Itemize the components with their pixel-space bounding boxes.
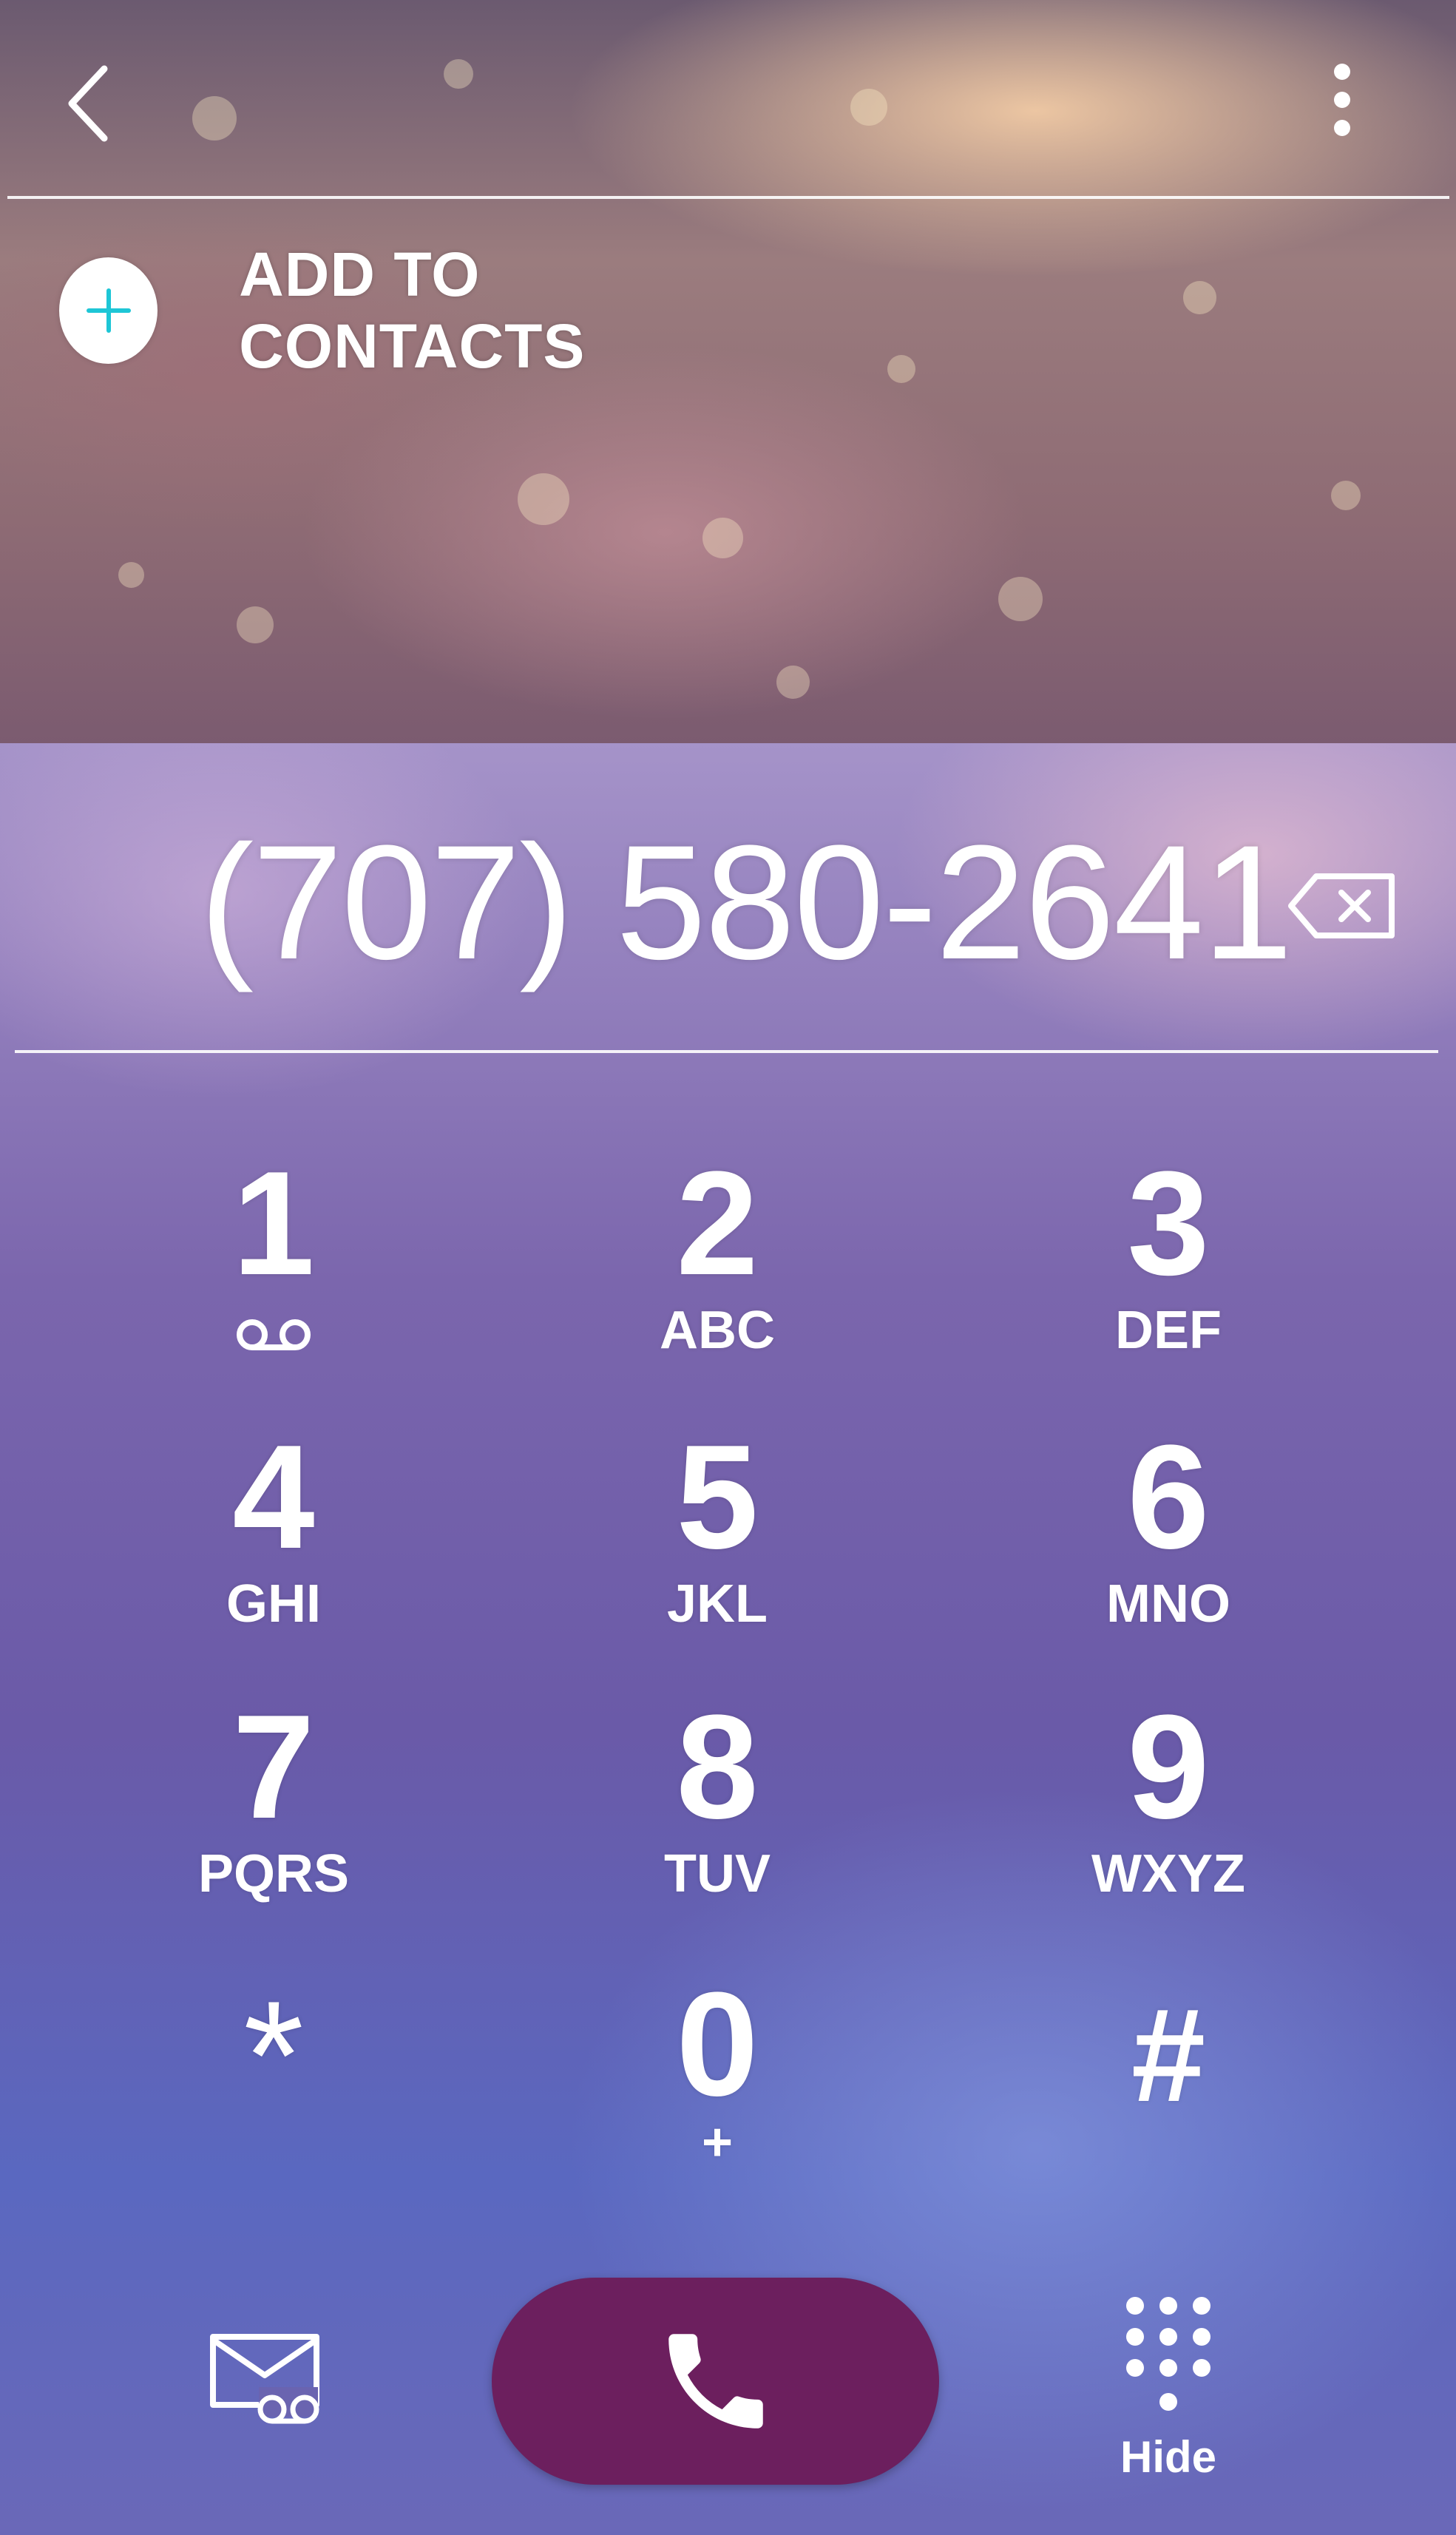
video-voicemail-button[interactable] [192, 2315, 340, 2448]
key-2[interactable]: 2 ABC [525, 1150, 910, 1401]
phone-icon [668, 2334, 763, 2429]
key-digit: 4 [232, 1415, 315, 1580]
key-3[interactable]: 3 DEF [976, 1150, 1361, 1401]
backspace-icon [1288, 873, 1395, 938]
key-digit: 9 [1127, 1685, 1210, 1849]
key-8[interactable]: 8 TUV [525, 1693, 910, 1945]
key-4[interactable]: 4 GHI [81, 1424, 466, 1675]
key-letters: ABC [660, 1301, 775, 1360]
key-digit: 0 [676, 1962, 759, 2127]
plus-icon [86, 288, 131, 333]
key-9[interactable]: 9 WXYZ [976, 1693, 1361, 1945]
delete-button[interactable] [1279, 862, 1405, 950]
back-arrow-icon [68, 65, 108, 142]
key-letters: TUV [664, 1844, 771, 1903]
dialpad-icon [1126, 2297, 1210, 2411]
key-digit: 2 [676, 1141, 759, 1306]
key-letters: PQRS [197, 1844, 350, 1903]
key-digit: 8 [676, 1685, 759, 1849]
key-6[interactable]: 6 MNO [976, 1424, 1361, 1675]
hide-label: Hide [1120, 2432, 1217, 2482]
call-button[interactable] [492, 2278, 939, 2485]
add-to-contacts-button[interactable]: ADD TO CONTACTS [59, 240, 799, 381]
key-digit: 5 [676, 1415, 759, 1580]
key-digit: 3 [1127, 1141, 1210, 1306]
more-options-button[interactable] [1287, 44, 1398, 155]
key-letters: WXYZ [1091, 1844, 1245, 1903]
add-to-contacts-label: ADD TO CONTACTS [239, 240, 586, 381]
dialed-number: (707) 580-2641 [200, 811, 1293, 993]
bottom-action-bar: Hide [0, 2248, 1456, 2529]
dialpad: 1 2 ABC 3 DEF 4 GHI 5 JKL 6 MNO 7 PQRS 8… [0, 1109, 1456, 2182]
key-letters: DEF [1115, 1301, 1222, 1360]
key-digit: 7 [232, 1685, 315, 1849]
dialer-screen: ADD TO CONTACTS (707) 580-2641 1 2 ABC 3… [0, 0, 1456, 2535]
key-digit: 6 [1127, 1415, 1210, 1580]
add-contact-circle [59, 257, 158, 364]
video-voicemail-icon [210, 2334, 319, 2424]
key-5[interactable]: 5 JKL [525, 1424, 910, 1675]
key-7[interactable]: 7 PQRS [81, 1693, 466, 1945]
key-digit: # [1131, 1981, 1206, 2130]
key-1[interactable]: 1 [81, 1150, 466, 1401]
more-vertical-icon [1334, 64, 1350, 136]
key-letters: MNO [1106, 1574, 1230, 1634]
header-divider [7, 196, 1449, 199]
key-letters: + [701, 2113, 734, 2172]
voicemail-icon [233, 1305, 314, 1364]
hide-keypad-button[interactable]: Hide [1094, 2292, 1242, 2514]
key-letters: GHI [226, 1574, 321, 1634]
key-hash[interactable]: # [976, 1982, 1361, 2233]
key-star[interactable]: * [81, 1969, 466, 2233]
number-divider [15, 1050, 1438, 1053]
key-0[interactable]: 0 + [525, 1971, 910, 2222]
key-letters: JKL [666, 1574, 768, 1634]
key-digit: * [243, 1969, 304, 2142]
key-digit: 1 [232, 1141, 315, 1306]
back-button[interactable] [44, 52, 133, 155]
